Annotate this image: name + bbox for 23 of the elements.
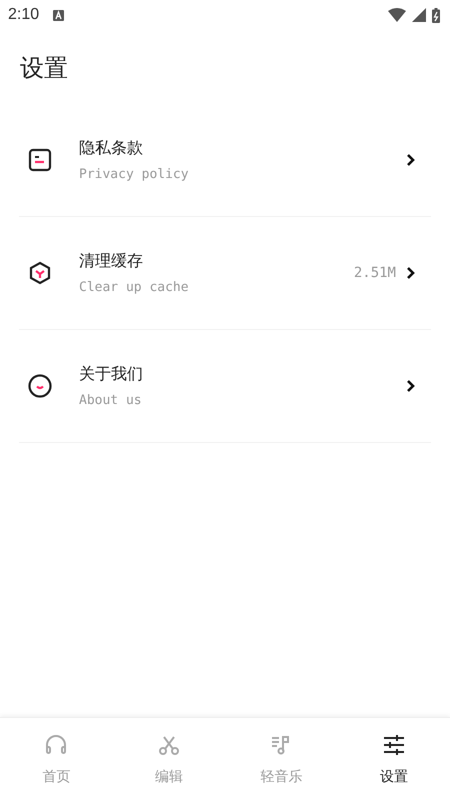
row-subtitle: Clear up cache (79, 280, 190, 295)
chevron-right-icon (406, 153, 416, 167)
row-title: 隐私条款 (79, 138, 144, 159)
row-subtitle: About us (79, 393, 143, 408)
wifi-icon (388, 8, 406, 22)
settings-row[interactable]: 隐私条款 Privacy policy (19, 104, 431, 217)
settings-row[interactable]: 清理缓存 Clear up cache 2.51M (19, 217, 431, 330)
battery-icon (432, 8, 440, 22)
row-subtitle: Privacy policy (79, 167, 190, 182)
row-title: 关于我们 (79, 364, 144, 385)
chevron-right-icon (406, 379, 416, 393)
smile-icon (27, 373, 53, 399)
page-title: 设置 (20, 53, 69, 84)
row-title: 清理缓存 (79, 251, 144, 272)
settings-row[interactable]: 关于我们 About us (19, 330, 431, 443)
status-time: 2:10 (8, 6, 40, 24)
signal-icon (412, 8, 426, 22)
keyboard-icon (53, 10, 64, 20)
document-icon (27, 147, 53, 173)
nav-tab[interactable]: 设置 (338, 718, 450, 800)
cache-size: 2.51M (354, 265, 396, 281)
chevron-right-icon (406, 266, 416, 280)
hexagon-icon (27, 260, 53, 286)
